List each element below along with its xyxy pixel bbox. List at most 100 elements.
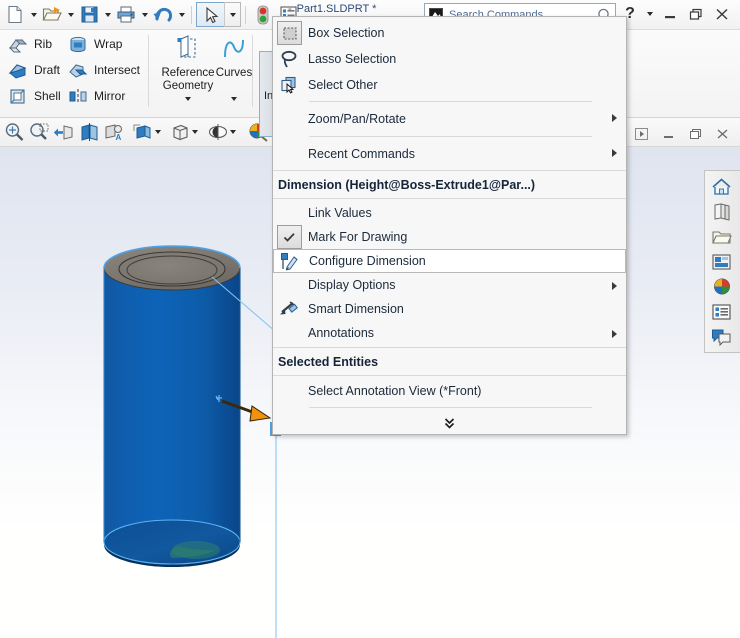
ribbon-button-wrap[interactable]: Wrap: [64, 31, 152, 57]
ribbon-button-intersect[interactable]: Intersect: [64, 57, 152, 83]
caret-down-icon: [230, 129, 236, 134]
new-document-button[interactable]: [2, 2, 28, 27]
menu-label-box-selection: Box Selection: [308, 26, 385, 40]
document-tab-dash: -: [288, 3, 292, 15]
zoom-to-fit-button[interactable]: [2, 120, 26, 143]
task-pane[interactable]: [704, 170, 740, 353]
restore-button[interactable]: [684, 4, 708, 24]
caret-down-icon: [67, 12, 74, 17]
print-document-button[interactable]: [113, 2, 139, 27]
close-icon: [717, 128, 727, 139]
new-file-icon: [8, 5, 22, 24]
design-library-icon: [714, 203, 730, 221]
menu-label-link-values: Link Values: [308, 206, 372, 220]
menu-icon-placeholder: [273, 107, 306, 131]
menu-item-mark-for-drawing[interactable]: Mark For Drawing: [273, 225, 626, 249]
menu-label-lasso-selection: Lasso Selection: [308, 52, 397, 66]
open-document-caret[interactable]: [65, 2, 76, 27]
menu-item-recent-commands[interactable]: Recent Commands: [273, 140, 626, 168]
intersect-icon: [67, 59, 89, 81]
select-tool-caret[interactable]: [224, 2, 241, 27]
minimize-button[interactable]: [658, 4, 682, 24]
task-pane-custom-properties[interactable]: [705, 299, 738, 324]
display-style-button[interactable]: [131, 120, 155, 143]
zoom-to-area-icon: [29, 122, 48, 140]
save-document-caret[interactable]: [102, 2, 113, 27]
menu-item-link-values[interactable]: Link Values: [273, 201, 626, 225]
view-settings-button[interactable]: [206, 120, 230, 143]
document-restore-down-button[interactable]: [629, 124, 653, 143]
view-settings-caret[interactable]: [228, 120, 238, 143]
menu-label-annotations: Annotations: [308, 326, 375, 340]
caret-down-icon: [185, 97, 191, 101]
restore-icon: [689, 8, 702, 20]
task-pane-view-palette[interactable]: [705, 249, 738, 274]
task-pane-solidworks-forum[interactable]: [705, 324, 738, 349]
document-restore-button[interactable]: [683, 124, 707, 143]
task-pane-appearances-scenes[interactable]: [705, 274, 738, 299]
task-pane-file-explorer[interactable]: [705, 224, 738, 249]
menu-label-recent-commands: Recent Commands: [308, 147, 415, 161]
menu-item-lasso-selection[interactable]: Lasso Selection: [273, 46, 626, 72]
menu-item-annotations[interactable]: Annotations: [273, 321, 626, 345]
menu-icon-placeholder: [273, 201, 306, 225]
undo-arrow-icon: [153, 8, 173, 22]
hide-show-items-button[interactable]: [168, 120, 192, 143]
menu-item-configure-dimension[interactable]: Configure Dimension: [273, 249, 626, 273]
task-pane-design-library[interactable]: [705, 199, 738, 224]
ribbon-label-mirror: Mirror: [94, 89, 126, 103]
open-document-button[interactable]: [39, 2, 65, 27]
menu-item-smart-dimension[interactable]: Smart Dimension: [273, 297, 626, 321]
hide-show-items-caret[interactable]: [190, 120, 200, 143]
minimize-icon: [665, 15, 675, 18]
cylinder-model[interactable]: [103, 245, 241, 567]
previous-view-button[interactable]: [52, 120, 76, 143]
select-tool-button[interactable]: [196, 2, 224, 27]
document-tab[interactable]: - Part1.SLDPRT *: [288, 1, 376, 17]
window-controls[interactable]: ?: [618, 4, 734, 24]
close-button[interactable]: [710, 4, 734, 24]
caret-down-icon: [104, 12, 111, 17]
shell-icon: [7, 85, 29, 107]
ribbon-button-mirror[interactable]: Mirror: [64, 83, 152, 109]
smart-dimension-icon: [273, 297, 306, 321]
document-tab-title: Part1.SLDPRT *: [296, 3, 377, 15]
zoom-to-area-button[interactable]: [27, 120, 51, 143]
task-pane-solidworks-resources[interactable]: [705, 174, 738, 199]
menu-separator: [273, 198, 626, 199]
new-document-caret[interactable]: [28, 2, 39, 27]
document-minimize-button[interactable]: [656, 124, 680, 143]
menu-item-select-annotation-view[interactable]: Select Annotation View (*Front): [273, 378, 626, 404]
document-close-button[interactable]: [710, 124, 734, 143]
print-document-caret[interactable]: [139, 2, 150, 27]
box-selection-icon: [273, 21, 306, 45]
ribbon-label-intersect: Intersect: [94, 63, 141, 77]
submenu-arrow-icon: [612, 149, 617, 157]
close-icon: [716, 8, 728, 20]
menu-label-select-other: Select Other: [308, 78, 378, 92]
context-menu[interactable]: Box Selection Lasso Selection Select Oth…: [272, 16, 627, 435]
menu-separator: [309, 136, 592, 137]
menu-header-selected-entities: Selected Entities: [278, 354, 379, 369]
undo-caret[interactable]: [176, 2, 187, 27]
svg-text:A: A: [116, 133, 122, 142]
view-orientation-button[interactable]: A: [102, 120, 126, 143]
view-orientation-icon: A: [105, 123, 122, 142]
menu-separator: [273, 170, 626, 171]
custom-properties-icon: [712, 304, 731, 320]
help-caret[interactable]: [644, 4, 656, 24]
menu-item-display-options[interactable]: Display Options: [273, 273, 626, 297]
submenu-arrow-icon: [612, 330, 617, 338]
ribbon-label-draft: Draft: [34, 63, 61, 77]
undo-button[interactable]: [150, 2, 176, 27]
ribbon-label-wrap: Wrap: [94, 37, 123, 51]
menu-item-box-selection[interactable]: Box Selection: [273, 20, 626, 46]
menu-item-select-other[interactable]: Select Other: [273, 72, 626, 98]
section-view-button[interactable]: [77, 120, 101, 143]
document-window-controls[interactable]: [629, 124, 734, 143]
save-document-button[interactable]: [76, 2, 102, 27]
display-style-caret[interactable]: [153, 120, 163, 143]
menu-expand-button[interactable]: [273, 411, 626, 434]
menu-item-zoom-pan-rotate[interactable]: Zoom/Pan/Rotate: [273, 105, 626, 133]
menu-separator: [309, 101, 592, 102]
